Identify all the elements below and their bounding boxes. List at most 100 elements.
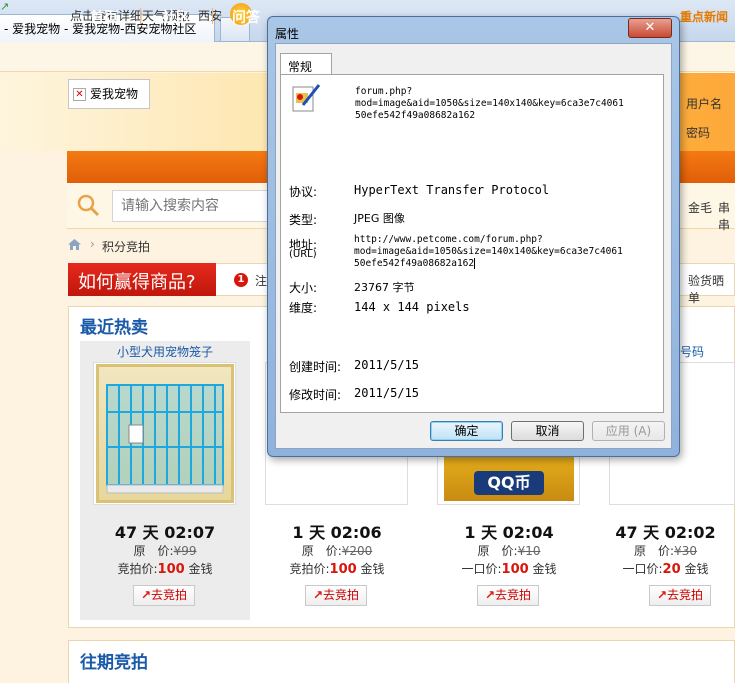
- password-label: 密码: [686, 126, 711, 140]
- product-name-link-partial[interactable]: 号码: [680, 343, 704, 360]
- qq-coin-label: QQ币: [474, 471, 544, 495]
- original-price-value: ¥99: [173, 544, 197, 558]
- bid-price-value: 100: [157, 562, 185, 577]
- dialog-close-button[interactable]: ✕: [628, 18, 672, 38]
- countdown-timer: 47 天 02:07: [114, 523, 216, 542]
- size-value: 23767 字节: [354, 281, 415, 294]
- browser-logo-icon: ↗: [0, 0, 10, 13]
- go-bid-button[interactable]: ↗去竞拍: [133, 585, 195, 606]
- address-line: http://www.petcome.com/forum.php?: [354, 234, 543, 245]
- go-bid-button[interactable]: ↗去竞拍: [305, 585, 367, 606]
- bid-price-label: 一口价:: [461, 562, 502, 576]
- past-auctions-section: [68, 640, 735, 683]
- breadcrumb-current: 积分竞拍: [102, 240, 151, 254]
- ok-button[interactable]: 确定: [430, 421, 503, 441]
- original-price-value: ¥10: [517, 544, 541, 558]
- address-line-text: 50efe542f49a08682a162: [354, 258, 475, 269]
- bid-price-unit: 金钱: [532, 562, 557, 576]
- home-icon[interactable]: [68, 239, 81, 250]
- go-bid-label: 去竞拍: [667, 588, 704, 602]
- city-label: 西安: [198, 9, 223, 23]
- news-link[interactable]: 重点新闻: [680, 8, 728, 25]
- cage-illustration: [106, 384, 224, 494]
- protocol-label: 协议:: [289, 185, 318, 199]
- bid-price: 一口价:20 金钱: [596, 560, 735, 577]
- username-label: 用户名: [686, 97, 723, 111]
- arrow-icon: ↗: [656, 588, 668, 602]
- arrow-icon: ↗: [312, 588, 324, 602]
- hotword-link[interactable]: 金毛: [688, 199, 712, 216]
- filename-text: forum.php? mod=image&aid=1050&size=140x14…: [355, 86, 624, 122]
- bid-price: 一口价:100 金钱: [424, 560, 594, 577]
- divider: [289, 338, 657, 339]
- go-bid-label: 去竞拍: [323, 588, 360, 602]
- go-bid-button[interactable]: ↗去竞拍: [477, 585, 539, 606]
- show-order-link[interactable]: 验货晒单: [688, 272, 735, 306]
- arrow-icon: ↗: [484, 588, 496, 602]
- product-name-link[interactable]: 小型犬用宠物笼子: [80, 343, 250, 360]
- step-number-badge: 1: [234, 273, 248, 287]
- bid-price-value: 100: [329, 562, 357, 577]
- apply-button[interactable]: 应用 (A): [592, 421, 665, 441]
- bid-price-label: 一口价:: [622, 562, 663, 576]
- tab-general[interactable]: 常规: [280, 53, 332, 75]
- bid-price-unit: 金钱: [360, 562, 385, 576]
- countdown-timer: 1 天 02:06: [292, 523, 382, 542]
- address-line: mod=image&aid=1050&size=140x140&key=6ca3…: [354, 246, 623, 257]
- countdown-timer: 47 天 02:02: [615, 523, 716, 542]
- nav-qa[interactable]: 问答: [232, 7, 260, 27]
- search-input[interactable]: [112, 190, 272, 222]
- address-field[interactable]: http://www.petcome.com/forum.php? mod=ima…: [354, 234, 623, 270]
- original-price-label: 原 价:: [477, 544, 518, 558]
- dimensions-value: 144 x 144 pixels: [354, 300, 470, 314]
- go-bid-label: 去竞拍: [495, 588, 532, 602]
- original-price: 原 价:¥10: [424, 542, 594, 559]
- filename-line: forum.php?: [355, 86, 413, 97]
- original-price-value: ¥200: [341, 544, 373, 558]
- address-url-label: (URL): [289, 249, 317, 260]
- cancel-button[interactable]: 取消: [511, 421, 584, 441]
- modified-label: 修改时间:: [289, 388, 342, 402]
- nav-community[interactable]: 社区: [162, 7, 190, 27]
- bid-price-label: 竞拍价:: [117, 562, 158, 576]
- filename-line: mod=image&aid=1050&size=140x140&key=6ca3…: [355, 98, 624, 109]
- countdown-timer: 1 天 02:04: [464, 523, 554, 542]
- site-logo-broken-image[interactable]: ✕ 爱我宠物: [68, 79, 150, 109]
- created-value: 2011/5/15: [354, 358, 420, 372]
- bid-price-label: 竞拍价:: [289, 562, 330, 576]
- breadcrumb-separator: ›: [90, 237, 95, 251]
- go-bid-button[interactable]: ↗去竞拍: [649, 585, 711, 606]
- filename-line: 50efe542f49a08682a162: [355, 110, 476, 121]
- original-price: 原 价:¥99: [80, 542, 250, 559]
- original-price-label: 原 价:: [301, 544, 342, 558]
- modified-value: 2011/5/15: [354, 386, 420, 400]
- nav-divider: [212, 8, 213, 24]
- hot-section-title: 最近热卖: [80, 318, 148, 338]
- bid-price-value: 20: [662, 562, 681, 577]
- image-file-icon: [292, 84, 321, 112]
- original-price: 原 价:¥30: [596, 542, 735, 559]
- logo-alt-text: 爱我宠物: [90, 87, 139, 101]
- protocol-value: HyperText Transfer Protocol: [354, 183, 550, 197]
- nav-home[interactable]: 首页: [90, 7, 118, 27]
- search-icon[interactable]: [76, 193, 100, 217]
- type-value: JPEG 图像: [354, 212, 405, 225]
- original-price: 原 价:¥200: [252, 542, 422, 559]
- go-bid-label: 去竞拍: [151, 588, 188, 602]
- original-price-label: 原 价:: [634, 544, 675, 558]
- dialog-title: 属性: [275, 27, 300, 41]
- past-auctions-title: 往期竞拍: [80, 653, 148, 673]
- bid-price-unit: 金钱: [188, 562, 213, 576]
- broken-image-icon: ✕: [73, 88, 86, 101]
- bid-price-unit: 金钱: [684, 562, 709, 576]
- pet-cage-image[interactable]: [96, 364, 234, 503]
- divider: [289, 163, 657, 164]
- step-text: 注: [255, 274, 268, 288]
- nav-divider: [140, 8, 141, 24]
- howto-banner-title: 如何赢得商品?: [68, 263, 216, 296]
- hotword-link[interactable]: 串串: [718, 199, 735, 233]
- dimensions-label: 维度:: [289, 301, 318, 315]
- size-label: 大小:: [289, 281, 318, 295]
- original-price-value: ¥30: [674, 544, 697, 558]
- original-price-label: 原 价:: [133, 544, 174, 558]
